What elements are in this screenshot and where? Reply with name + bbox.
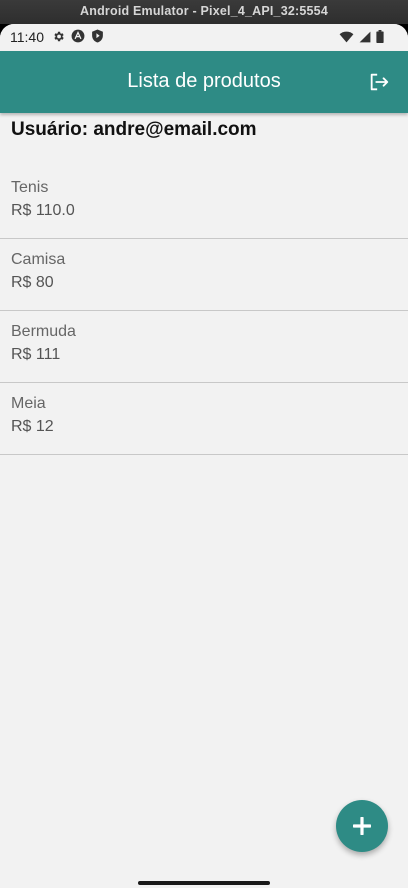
product-name: Bermuda <box>11 323 76 340</box>
gesture-nav-handle[interactable] <box>138 881 270 885</box>
gear-icon <box>52 30 65 43</box>
product-item[interactable]: Bermuda R$ 111 <box>0 311 408 383</box>
app-bar: Lista de produtos <box>0 51 408 113</box>
product-price: R$ 80 <box>11 274 54 291</box>
product-item[interactable]: Camisa R$ 80 <box>0 239 408 311</box>
product-name: Meia <box>11 395 46 412</box>
add-product-button[interactable] <box>336 800 388 852</box>
status-bar: 11:40 <box>0 24 408 51</box>
product-name: Tenis <box>11 179 49 196</box>
shield-play-icon <box>91 29 104 43</box>
battery-icon <box>376 30 384 43</box>
logout-button[interactable] <box>368 71 390 93</box>
a-circle-icon <box>71 29 85 43</box>
product-price: R$ 12 <box>11 418 54 435</box>
emulator-title-bar: Android Emulator - Pixel_4_API_32:5554 <box>0 0 408 24</box>
status-time: 11:40 <box>10 29 44 45</box>
product-name: Camisa <box>11 251 66 268</box>
status-notification-icons <box>52 29 104 43</box>
product-list: Tenis R$ 110.0 Camisa R$ 80 Bermuda R$ 1… <box>0 167 408 455</box>
signal-icon <box>359 31 371 43</box>
plus-icon <box>353 817 371 835</box>
app-bar-title: Lista de produtos <box>127 70 281 92</box>
logout-icon <box>370 73 389 91</box>
phone-screen: 11:40 Lista de produtos Usuário: andre@e… <box>0 24 408 888</box>
product-price: R$ 110.0 <box>11 202 75 219</box>
user-email-label: Usuário: andre@email.com <box>11 119 257 140</box>
product-item[interactable]: Tenis R$ 110.0 <box>0 167 408 239</box>
product-price: R$ 111 <box>11 346 61 363</box>
status-system-icons <box>339 30 384 43</box>
product-item[interactable]: Meia R$ 12 <box>0 383 408 455</box>
wifi-icon <box>339 31 354 43</box>
